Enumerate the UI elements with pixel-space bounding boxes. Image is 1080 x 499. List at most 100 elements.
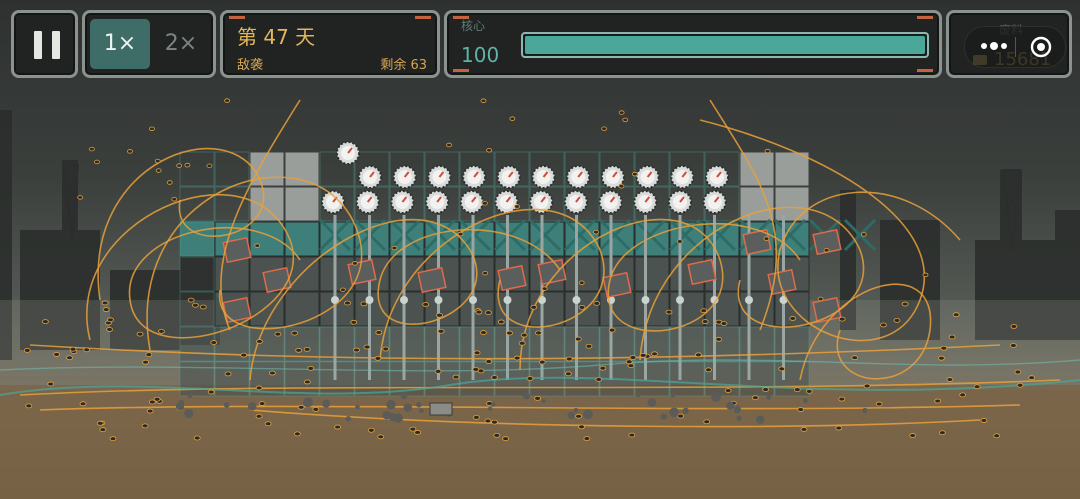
enemy-drone bbox=[158, 328, 165, 334]
enemy-drone bbox=[334, 424, 342, 430]
fortress-cell bbox=[284, 186, 320, 222]
core-health-fill bbox=[525, 36, 925, 54]
more-dots-icon[interactable] bbox=[979, 39, 1009, 53]
enemy-drone bbox=[176, 163, 183, 168]
enemy-drone bbox=[344, 300, 351, 306]
enemy-drone bbox=[793, 387, 801, 393]
fortress-cell bbox=[634, 361, 670, 397]
enemy-drone bbox=[762, 387, 770, 392]
enemy-drone bbox=[534, 395, 541, 401]
rubble bbox=[345, 415, 352, 422]
enemy-drone bbox=[155, 168, 162, 173]
enemy-drone bbox=[502, 436, 509, 442]
core-panel: 核心 100 bbox=[444, 10, 942, 78]
fortress-cell bbox=[284, 291, 320, 327]
enemy-drone bbox=[491, 375, 498, 380]
machine-block bbox=[262, 266, 292, 294]
enemy-drone bbox=[518, 340, 526, 346]
enemy-drone bbox=[148, 126, 155, 131]
enemy-drone bbox=[473, 350, 481, 356]
enemy-drone bbox=[482, 270, 489, 276]
enemy-drone bbox=[264, 421, 272, 427]
fortress-cell bbox=[704, 361, 740, 397]
enemy-drone bbox=[297, 404, 305, 410]
enemy-drone bbox=[677, 413, 684, 419]
enemy-drone bbox=[256, 339, 263, 344]
enemy-drone bbox=[948, 334, 956, 340]
enemy-drone bbox=[1014, 369, 1022, 375]
enemy-drone bbox=[409, 426, 417, 432]
enemy-drone bbox=[184, 162, 191, 168]
game-scene[interactable]: 1× 2× 第 47 天 敌袭 剩余 63 核心 100 废料 15681 bbox=[0, 0, 1080, 499]
enemy-drone bbox=[937, 355, 945, 361]
rubble bbox=[711, 392, 721, 402]
rubble bbox=[647, 398, 657, 407]
fortress-cell bbox=[179, 326, 215, 362]
fortress-cell bbox=[389, 326, 425, 362]
turret bbox=[563, 190, 588, 214]
enemy-drone bbox=[154, 158, 161, 164]
enemy-drone bbox=[136, 331, 144, 337]
rubble bbox=[636, 393, 641, 398]
target-circle-icon[interactable] bbox=[1029, 35, 1053, 59]
rubble bbox=[322, 399, 331, 408]
piston-joint bbox=[400, 296, 408, 304]
enemy-drone bbox=[934, 398, 942, 404]
enemy-drone bbox=[102, 307, 110, 312]
enemy-drone bbox=[414, 430, 421, 435]
machine-block bbox=[687, 258, 717, 286]
enemy-drone bbox=[601, 126, 608, 131]
enemy-drone bbox=[363, 344, 371, 350]
rubble bbox=[726, 401, 735, 410]
pause-button[interactable] bbox=[11, 10, 78, 78]
fortress-cell bbox=[179, 221, 215, 257]
enemy-drone bbox=[106, 327, 113, 332]
enemy-drone bbox=[700, 308, 708, 314]
speed-1x-button[interactable]: 1× bbox=[90, 19, 150, 69]
enemy-drone bbox=[538, 359, 546, 365]
enemy-drone bbox=[41, 319, 49, 325]
rubble bbox=[223, 402, 230, 408]
enemy-drone bbox=[472, 414, 480, 420]
enemy-drone bbox=[375, 330, 383, 335]
rubble bbox=[522, 392, 531, 400]
rubble bbox=[355, 404, 360, 410]
enemy-drone bbox=[23, 347, 31, 353]
enemy-drone bbox=[422, 302, 430, 307]
enemy-drone bbox=[304, 379, 311, 385]
enemy-drone bbox=[565, 356, 573, 362]
enemy-drone bbox=[307, 365, 315, 371]
enemy-drone bbox=[109, 436, 117, 442]
fortress-cell bbox=[669, 361, 705, 397]
rubble bbox=[802, 398, 808, 404]
enemy-drone bbox=[583, 436, 591, 441]
turret bbox=[494, 190, 519, 214]
day-panel: 第 47 天 敌袭 剩余 63 bbox=[220, 10, 440, 78]
enemy-drone bbox=[258, 401, 266, 406]
enemy-drone bbox=[705, 367, 712, 373]
enemy-drone bbox=[608, 327, 616, 333]
enemy-drone bbox=[618, 110, 625, 115]
enemy-drone bbox=[513, 355, 521, 361]
enemy-drone bbox=[909, 433, 917, 438]
piston-joint bbox=[745, 296, 753, 304]
speed-toggle[interactable]: 1× 2× bbox=[82, 10, 216, 78]
enemy-drone bbox=[25, 403, 33, 409]
turret bbox=[425, 190, 450, 214]
speed-2x-button[interactable]: 2× bbox=[151, 19, 211, 69]
enemy-drone bbox=[79, 401, 87, 407]
enemy-drone bbox=[622, 117, 629, 123]
enemy-drone bbox=[391, 245, 398, 251]
enemy-drone bbox=[593, 229, 599, 235]
enemy-drone bbox=[593, 300, 601, 306]
fortress[interactable] bbox=[179, 151, 877, 397]
fortress-cell bbox=[564, 326, 600, 362]
remaining-enemies: 剩余 63 bbox=[380, 58, 427, 73]
enemy-drone bbox=[141, 423, 149, 429]
enemy-drone bbox=[520, 332, 528, 338]
enemy-drone bbox=[720, 321, 728, 327]
enemy-drone bbox=[628, 432, 636, 438]
turret-array[interactable] bbox=[321, 141, 729, 214]
miniprogram-capsule[interactable] bbox=[964, 26, 1066, 68]
pause-icon bbox=[34, 31, 60, 59]
